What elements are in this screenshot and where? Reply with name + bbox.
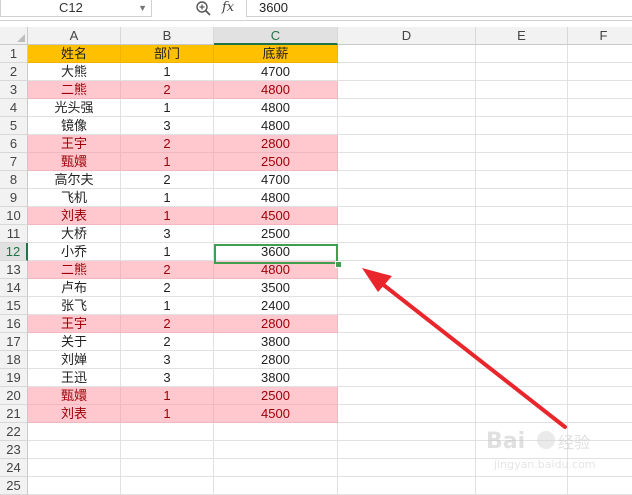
annotation-arrow — [362, 268, 567, 429]
